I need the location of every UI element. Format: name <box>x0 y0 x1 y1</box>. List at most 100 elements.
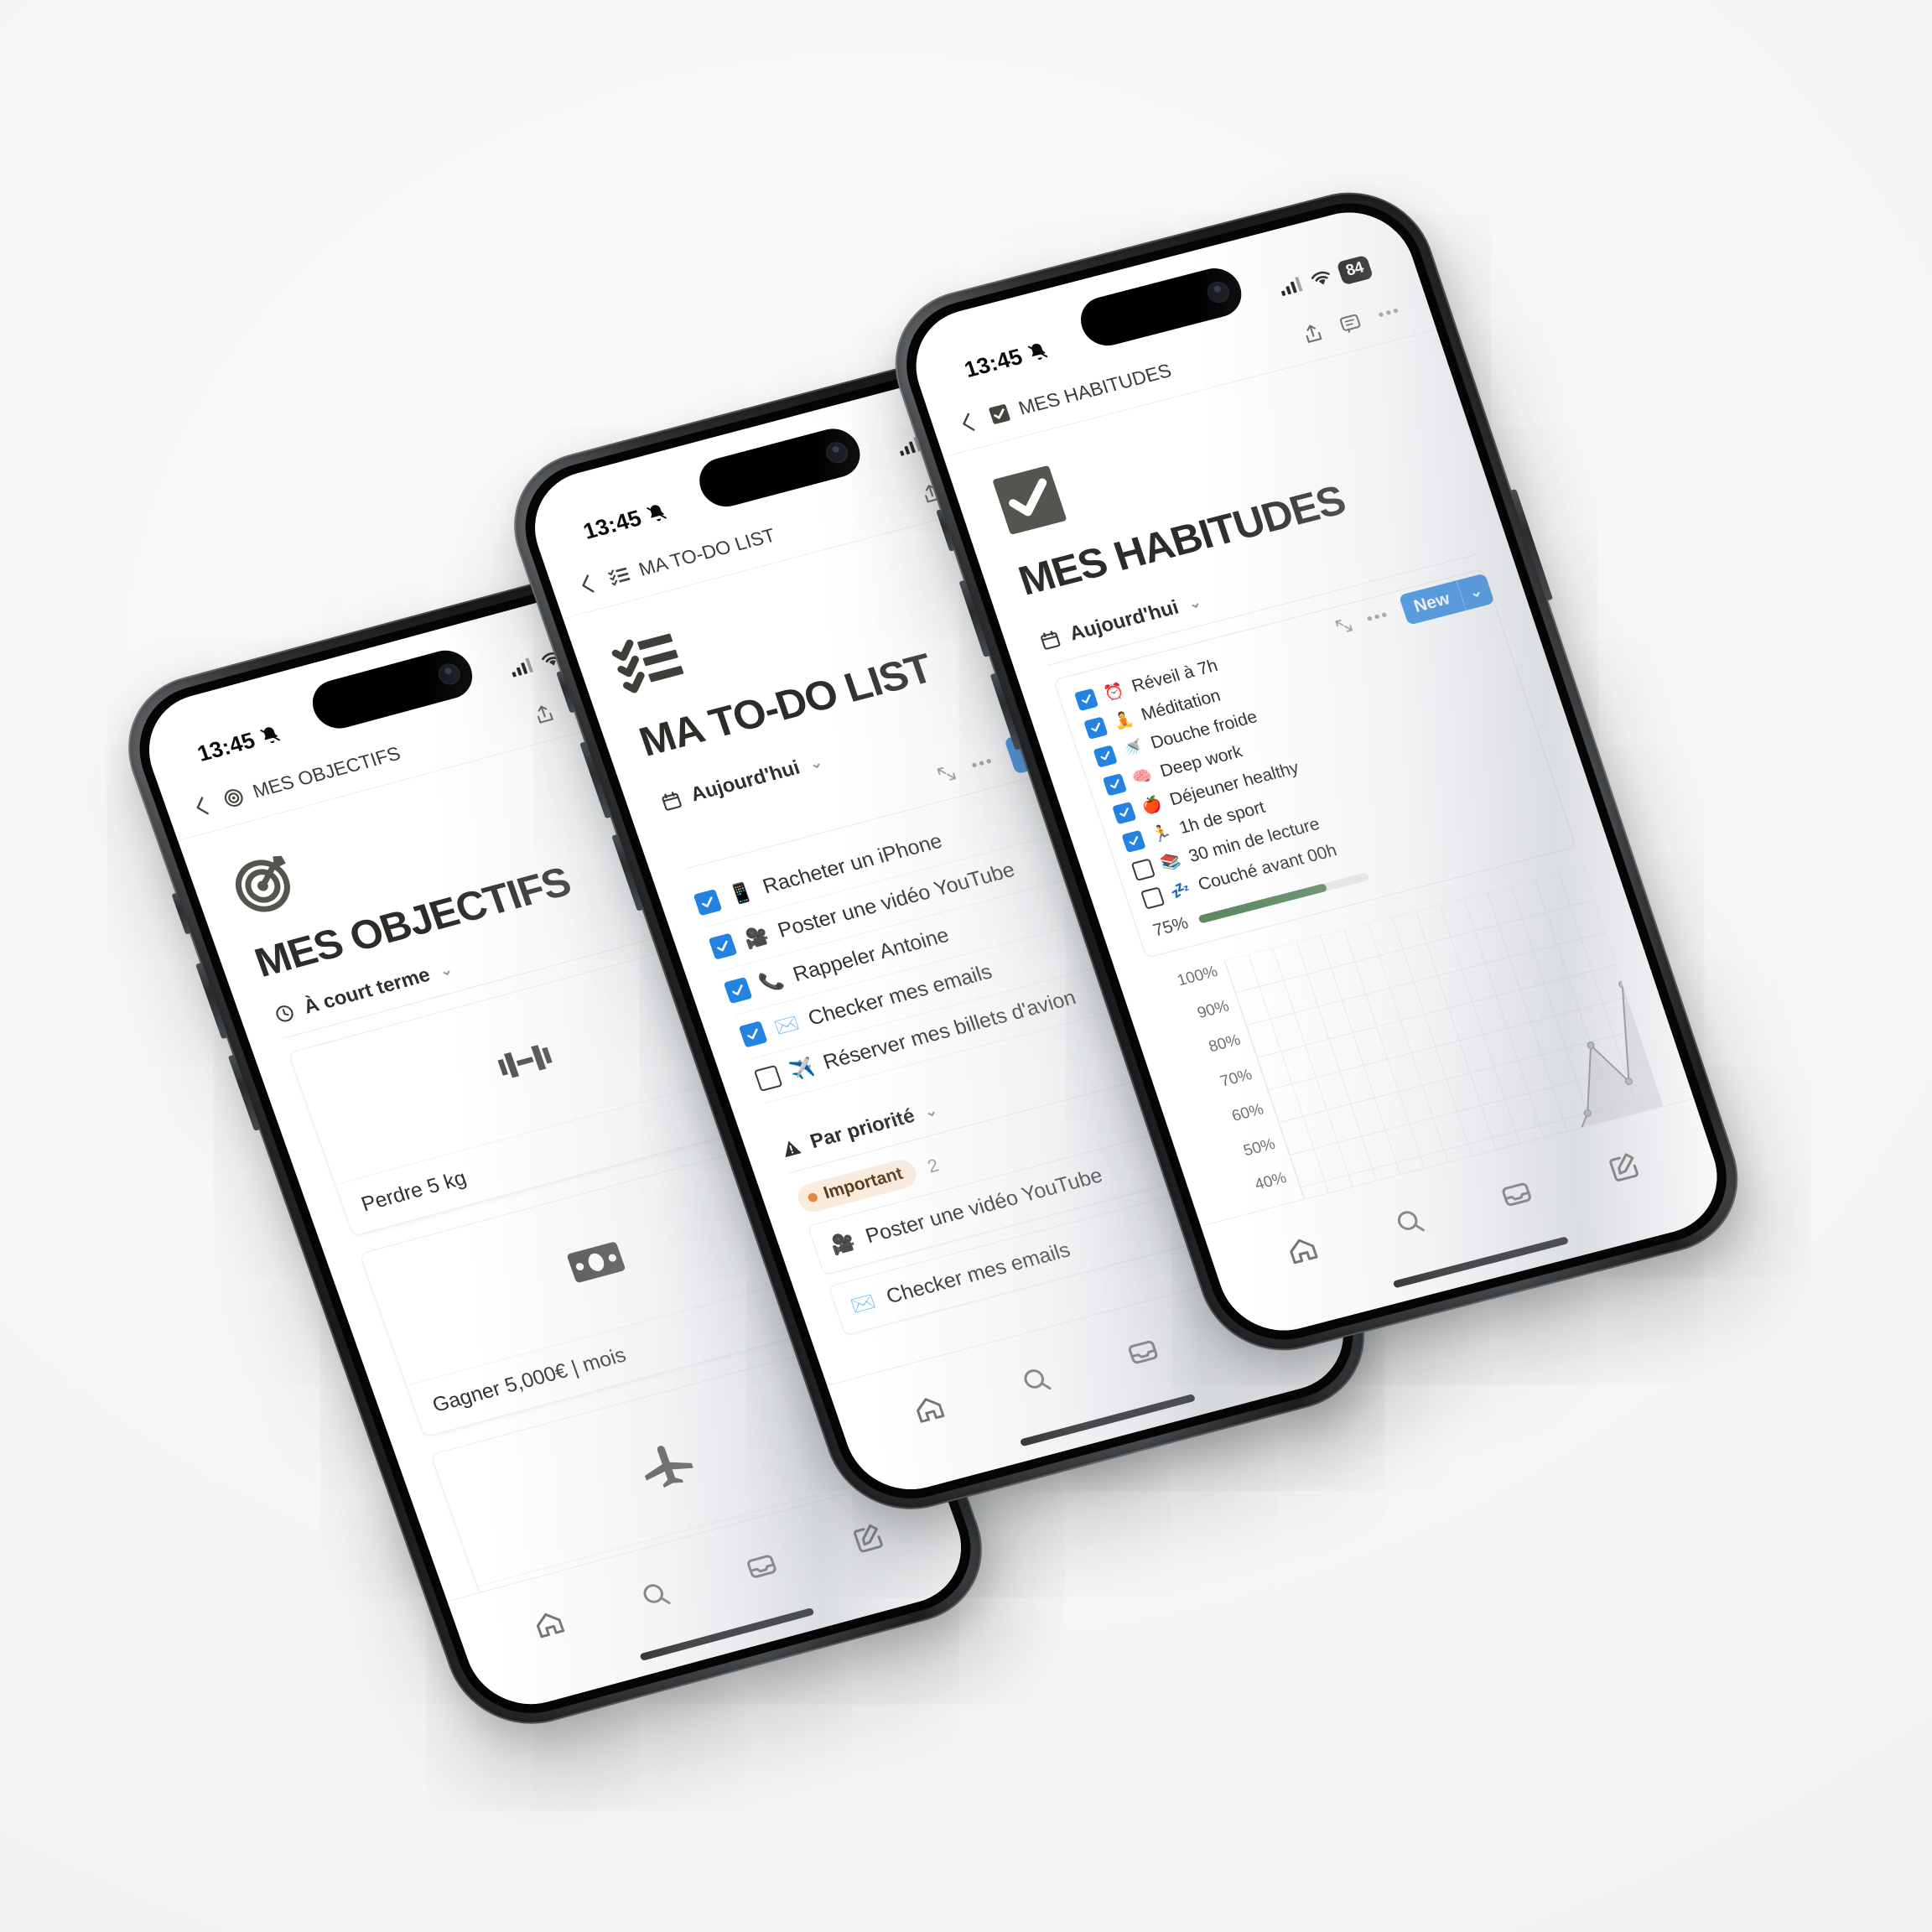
priority-item-emoji: ✉️ <box>848 1290 879 1317</box>
banknote-icon <box>567 1242 626 1283</box>
wifi-icon <box>1311 271 1331 285</box>
task-emoji: 🎥 <box>741 923 771 951</box>
more-horizontal-icon[interactable]: ••• <box>969 752 996 776</box>
badge-label: Important <box>821 1164 906 1203</box>
compose-icon[interactable] <box>1603 1147 1644 1185</box>
habit-emoji: 🏃 <box>1149 823 1174 845</box>
checkbox-checked[interactable] <box>693 889 723 917</box>
checkbox-unchecked[interactable] <box>1130 858 1156 881</box>
calendar-icon <box>1041 631 1061 650</box>
compose-icon[interactable] <box>847 1519 888 1556</box>
status-time: 13:45 <box>194 727 258 766</box>
chevron-down-icon[interactable]: ⌄ <box>1186 593 1203 612</box>
dumbbell-icon <box>497 1045 553 1078</box>
inbox-icon[interactable] <box>740 1547 782 1585</box>
priority-item-emoji: 🎥 <box>827 1229 858 1257</box>
chart-y-tick: 80% <box>1207 1031 1244 1057</box>
target-icon <box>235 855 290 912</box>
chevron-down-icon[interactable]: ⌄ <box>922 1101 939 1120</box>
checkbox-checked[interactable] <box>1111 801 1137 824</box>
bell-slash-icon <box>260 727 281 744</box>
chart-y-tick: 40% <box>1252 1169 1290 1194</box>
more-horizontal-icon[interactable]: ••• <box>1375 302 1403 325</box>
chart-y-tick: 90% <box>1195 997 1232 1022</box>
home-icon[interactable] <box>528 1605 569 1643</box>
checklist-icon <box>611 633 684 693</box>
cellular-bars-icon <box>512 657 534 678</box>
cellular-bars-icon <box>1281 277 1303 296</box>
habit-emoji: ⏰ <box>1101 682 1127 704</box>
priority-count: 2 <box>924 1154 942 1176</box>
target-icon <box>224 788 243 807</box>
chart-y-tick: 50% <box>1241 1135 1278 1160</box>
status-time-group: 13:45 <box>194 720 284 766</box>
clock-icon <box>276 1005 293 1022</box>
checkbox-checked[interactable] <box>1083 716 1109 740</box>
checkbox-checked-icon <box>989 404 1010 424</box>
progress-label: 75% <box>1150 913 1191 941</box>
chart-y-tick: 100% <box>1175 963 1220 990</box>
search-icon[interactable] <box>1389 1203 1429 1241</box>
home-icon[interactable] <box>1281 1231 1322 1269</box>
inbox-icon[interactable] <box>1122 1333 1163 1371</box>
inbox-icon[interactable] <box>1496 1176 1536 1213</box>
home-icon[interactable] <box>908 1389 949 1427</box>
habit-emoji: 💤 <box>1168 880 1193 902</box>
task-emoji: 📞 <box>756 968 787 995</box>
checkbox-checked[interactable] <box>708 932 738 960</box>
checkbox-unchecked[interactable] <box>753 1064 783 1092</box>
front-camera-icon <box>1204 279 1233 305</box>
status-time: 13:45 <box>961 343 1026 382</box>
more-horizontal-icon[interactable]: ••• <box>1364 605 1392 629</box>
chevron-down-icon[interactable]: ⌄ <box>437 960 454 979</box>
checkbox-checked[interactable] <box>1073 688 1099 711</box>
checkbox-checked[interactable] <box>1102 772 1127 796</box>
checkbox-checked-icon <box>993 465 1067 535</box>
back-button[interactable] <box>574 572 599 597</box>
status-time-group: 13:45 <box>580 498 671 544</box>
task-emoji: 📱 <box>726 880 756 906</box>
status-indicators: 84 <box>1277 254 1374 300</box>
back-button[interactable] <box>955 410 979 435</box>
checklist-icon <box>608 567 631 585</box>
search-icon[interactable] <box>1015 1361 1057 1399</box>
badge-dot <box>807 1192 819 1203</box>
habit-emoji: 📚 <box>1158 851 1184 874</box>
habit-emoji: 🧠 <box>1130 766 1156 789</box>
status-time: 13:45 <box>579 505 645 544</box>
share-icon[interactable] <box>1300 320 1326 345</box>
habit-emoji: 🍎 <box>1140 795 1165 817</box>
share-icon[interactable] <box>531 701 557 726</box>
checkbox-checked[interactable] <box>1093 744 1118 768</box>
page-icon-checklist[interactable] <box>605 620 695 704</box>
checkbox-unchecked[interactable] <box>1140 886 1166 910</box>
expand-diagonal-icon[interactable] <box>933 761 959 786</box>
page-icon-target[interactable] <box>220 841 310 925</box>
status-time-group: 13:45 <box>961 337 1052 382</box>
group-toggle-label: Aujourd'hui <box>1067 595 1182 646</box>
phone-mockup-scene: 13:45 84 MES OBJECTIFS <box>0 0 1932 1932</box>
task-emoji: ✈️ <box>787 1056 818 1083</box>
checkbox-checked[interactable] <box>738 1021 768 1048</box>
chart-y-tick: 60% <box>1229 1100 1266 1125</box>
group-toggle-label: Par priorité <box>807 1104 918 1153</box>
chart-y-tick: 70% <box>1218 1066 1254 1091</box>
warning-icon <box>785 1140 802 1158</box>
habit-emoji: 🚿 <box>1120 738 1145 761</box>
chevron-down-icon[interactable]: ⌄ <box>807 753 824 772</box>
back-button[interactable] <box>190 794 215 819</box>
airplane-icon <box>644 1446 693 1488</box>
calendar-icon <box>662 792 682 811</box>
bell-slash-icon <box>1027 343 1048 360</box>
habit-emoji: 🧘 <box>1111 709 1136 732</box>
search-icon[interactable] <box>635 1576 676 1613</box>
checkbox-checked[interactable] <box>1121 829 1146 853</box>
task-emoji: ✉️ <box>771 1011 802 1039</box>
page-icon-checkbox[interactable] <box>984 459 1074 543</box>
comment-icon[interactable] <box>1337 310 1364 336</box>
front-camera-icon <box>823 439 851 466</box>
battery-indicator: 84 <box>1336 254 1374 285</box>
checkbox-checked[interactable] <box>723 976 753 1005</box>
bell-slash-icon <box>647 505 667 522</box>
front-camera-icon <box>435 661 464 688</box>
